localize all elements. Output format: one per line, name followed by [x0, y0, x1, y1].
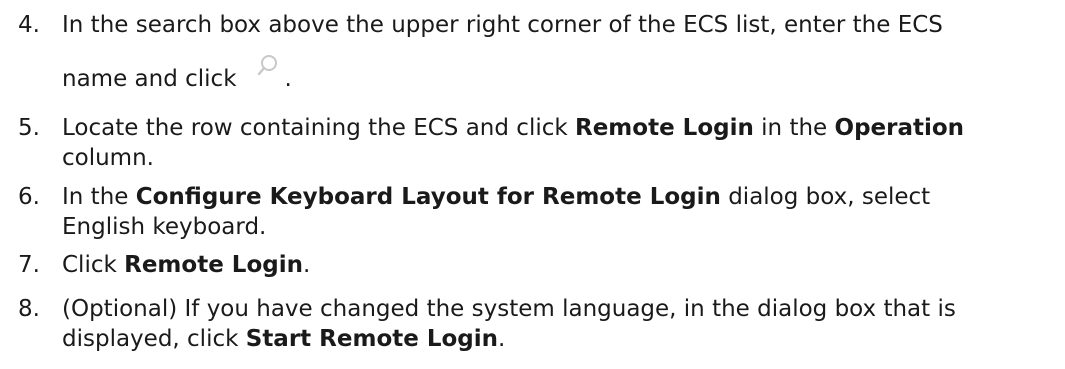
step-line: English keyboard.	[62, 214, 267, 240]
ui-term-configure-keyboard-layout: Configure Keyboard Layout for Remote Log…	[135, 184, 721, 210]
step-number: 4.	[18, 12, 40, 38]
step-text-segment: displayed, click	[62, 326, 246, 352]
ui-term-operation: Operation	[834, 115, 965, 141]
ui-term-remote-login: Remote Login	[575, 115, 754, 141]
document-step-list: 4. In the search box above the upper rig…	[0, 0, 1065, 369]
step-number: 5.	[18, 115, 40, 141]
step-number: 6.	[18, 184, 40, 210]
step-number: 8.	[18, 296, 40, 322]
step-text-segment: .	[284, 66, 292, 92]
step-text: In the search box above the upper right …	[62, 10, 1059, 94]
step-text-segment: dialog box, select	[720, 184, 931, 210]
step-text: (Optional) If you have changed the syste…	[62, 294, 1059, 354]
step-line: (Optional) If you have changed the syste…	[62, 296, 956, 322]
step-line: name and click.	[62, 54, 1059, 94]
step-line: column.	[62, 145, 154, 171]
step-line: In the search box above the upper right …	[62, 12, 943, 38]
step-text: Locate the row containing the ECS and cl…	[62, 113, 1059, 173]
step-text-segment: .	[498, 326, 506, 352]
step-text: In the Configure Keyboard Layout for Rem…	[62, 182, 1059, 242]
step-text-segment: name and click	[62, 66, 237, 92]
ui-term-remote-login: Remote Login	[124, 252, 303, 278]
step-line: Click Remote Login.	[62, 250, 1059, 280]
step-text-segment: Click	[62, 252, 125, 278]
ui-term-start-remote-login: Start Remote Login	[245, 326, 499, 352]
step-number: 7.	[18, 252, 40, 278]
step-text-segment: In the	[62, 184, 136, 210]
search-icon	[255, 53, 281, 79]
step-text-segment: in the	[753, 115, 835, 141]
step-text-segment: Locate the row containing the ECS and cl…	[62, 115, 575, 141]
step-text-segment: .	[302, 252, 311, 278]
step-text: Click Remote Login.	[62, 250, 1059, 280]
step-line: In the Configure Keyboard Layout for Rem…	[62, 182, 1059, 212]
step-line: displayed, click Start Remote Login.	[62, 324, 1059, 354]
step-line: Locate the row containing the ECS and cl…	[62, 113, 1059, 143]
